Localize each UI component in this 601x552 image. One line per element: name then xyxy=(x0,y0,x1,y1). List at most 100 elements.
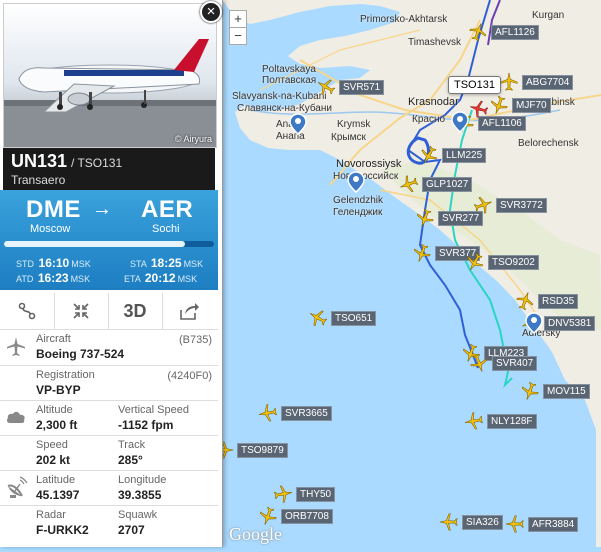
zoom-out-button[interactable]: − xyxy=(229,27,247,45)
collapse-button[interactable] xyxy=(54,293,109,329)
plane-icon[interactable] xyxy=(307,307,329,329)
aircraft-code: (B735) xyxy=(178,334,212,346)
close-button[interactable]: × xyxy=(200,1,222,23)
share-icon xyxy=(180,303,199,320)
vspeed-label: Vertical Speed xyxy=(118,404,189,416)
flight-label[interactable]: TSO651 xyxy=(331,311,377,326)
google-logo: Google xyxy=(229,524,282,544)
flight-label[interactable]: DNV5381 xyxy=(544,316,596,331)
longitude-value: 39.3855 xyxy=(118,488,162,502)
aircraft-photo-image xyxy=(4,39,216,147)
aircraft-row: Aircraft Boeing 737-524 (B735) xyxy=(0,330,218,366)
flight-label[interactable]: SVR407 xyxy=(492,356,538,371)
flight-label[interactable]: AFR3884 xyxy=(528,517,579,532)
plane-icon[interactable] xyxy=(514,290,536,312)
selected-flight-label[interactable]: TSO131 xyxy=(448,76,501,94)
plane-icon[interactable] xyxy=(398,173,420,195)
origin-city: Moscow xyxy=(30,223,71,235)
plane-icon[interactable] xyxy=(414,207,436,229)
altitude-row: Altitude 2,300 ft Vertical Speed -1152 fpm xyxy=(0,401,218,436)
radar-value: F-URKK2 xyxy=(36,523,89,537)
position-row: Latitude 45.1397 Longitude 39.3855 xyxy=(0,471,218,506)
flight-label[interactable]: SVR3665 xyxy=(281,406,332,421)
plane-icon[interactable] xyxy=(468,352,490,374)
flight-label[interactable]: ORB7708 xyxy=(281,509,333,524)
registration-row: Registration VP-BYP (4240F0) xyxy=(0,366,218,401)
alt-callsign: / TSO131 xyxy=(71,156,123,170)
track-value: 285° xyxy=(118,453,143,467)
map-pin-icon[interactable] xyxy=(451,111,469,133)
plane-icon xyxy=(7,337,25,356)
map-pin-icon[interactable] xyxy=(525,312,543,334)
plane-icon[interactable] xyxy=(467,21,489,43)
flight-header: UN131 / TSO131 Transaero xyxy=(3,148,215,190)
zoom-in-button[interactable]: + xyxy=(229,10,247,28)
aircraft-label: Aircraft xyxy=(36,333,71,345)
route-section: DME Moscow → AER Sochi STD 16:10 MSK ATD … xyxy=(0,190,218,290)
plane-icon[interactable] xyxy=(463,410,485,432)
flight-label[interactable]: AFL1126 xyxy=(491,25,539,40)
plane-icon[interactable] xyxy=(418,144,440,166)
altitude-value: 2,300 ft xyxy=(36,418,78,432)
aircraft-photo: © Airyura xyxy=(3,3,217,148)
speed-label: Speed xyxy=(36,439,68,451)
flight-label[interactable]: TSO9202 xyxy=(488,255,539,270)
flight-progress-fill xyxy=(4,241,185,247)
flight-label[interactable]: GLP1027 xyxy=(422,177,473,192)
plane-icon[interactable] xyxy=(411,242,433,264)
collapse-icon xyxy=(73,303,89,319)
sta-time: STA 18:25 MSK xyxy=(130,256,204,270)
squawk-label: Squawk xyxy=(118,509,158,521)
altitude-label: Altitude xyxy=(36,404,73,416)
flight-progress-bar xyxy=(4,241,214,247)
plane-icon[interactable] xyxy=(519,380,541,402)
plane-icon[interactable] xyxy=(498,71,520,93)
panel-toolbar: 3D xyxy=(0,293,218,330)
airline-name: Transaero xyxy=(11,173,66,187)
3d-view-button[interactable]: 3D xyxy=(108,293,163,329)
route-button[interactable] xyxy=(0,293,55,329)
flight-label[interactable]: ABG7704 xyxy=(522,75,574,90)
callsign: UN131 xyxy=(11,151,68,171)
plane-icon[interactable] xyxy=(504,513,526,535)
atd-time: ATD 16:23 MSK xyxy=(16,271,91,285)
map-pin-icon[interactable] xyxy=(347,171,365,193)
flight-label[interactable]: LLM225 xyxy=(442,148,487,163)
plane-icon[interactable] xyxy=(438,511,460,533)
latitude-value: 45.1397 xyxy=(36,488,80,502)
registration-value: VP-BYP xyxy=(36,383,81,397)
plane-icon[interactable] xyxy=(315,76,337,98)
flight-label[interactable]: MOV115 xyxy=(543,384,590,399)
registration-label: Registration xyxy=(36,369,95,381)
destination-code[interactable]: AER xyxy=(141,196,193,224)
photo-credit: © Airyura xyxy=(174,134,212,144)
flight-label[interactable]: SIA326 xyxy=(462,515,503,530)
origin-code[interactable]: DME xyxy=(26,196,81,224)
flight-label[interactable]: TSO9879 xyxy=(237,443,288,458)
vspeed-value: -1152 fpm xyxy=(118,418,174,432)
eta-time: ETA 20:12 MSK xyxy=(124,271,198,285)
selected-plane-icon[interactable] xyxy=(468,98,490,120)
speed-value: 202 kt xyxy=(36,453,71,467)
map-pin-icon[interactable] xyxy=(289,113,307,135)
squawk-value: 2707 xyxy=(118,523,145,537)
flight-label[interactable]: SVR277 xyxy=(438,211,484,226)
cloud-icon xyxy=(6,411,25,423)
flight-label[interactable]: SVR571 xyxy=(339,80,385,95)
destination-city: Sochi xyxy=(152,223,180,235)
radar-row: Radar F-URKK2 Squawk 2707 xyxy=(0,506,218,546)
flight-label[interactable]: SVR3772 xyxy=(496,198,547,213)
flight-label[interactable]: RSD35 xyxy=(538,294,579,309)
radar-label: Radar xyxy=(36,509,66,521)
share-button[interactable] xyxy=(162,293,216,329)
plane-icon[interactable] xyxy=(488,94,510,116)
plane-icon[interactable] xyxy=(272,483,294,505)
flight-label[interactable]: MJF70 xyxy=(512,98,551,113)
flight-label[interactable]: THY50 xyxy=(296,487,336,502)
registration-code: (4240F0) xyxy=(167,370,212,382)
radar-dish-icon xyxy=(7,476,28,498)
plane-icon[interactable] xyxy=(257,402,279,424)
latitude-label: Latitude xyxy=(36,474,76,486)
plane-icon[interactable] xyxy=(464,251,486,273)
flight-label[interactable]: NLY128F xyxy=(487,414,537,429)
